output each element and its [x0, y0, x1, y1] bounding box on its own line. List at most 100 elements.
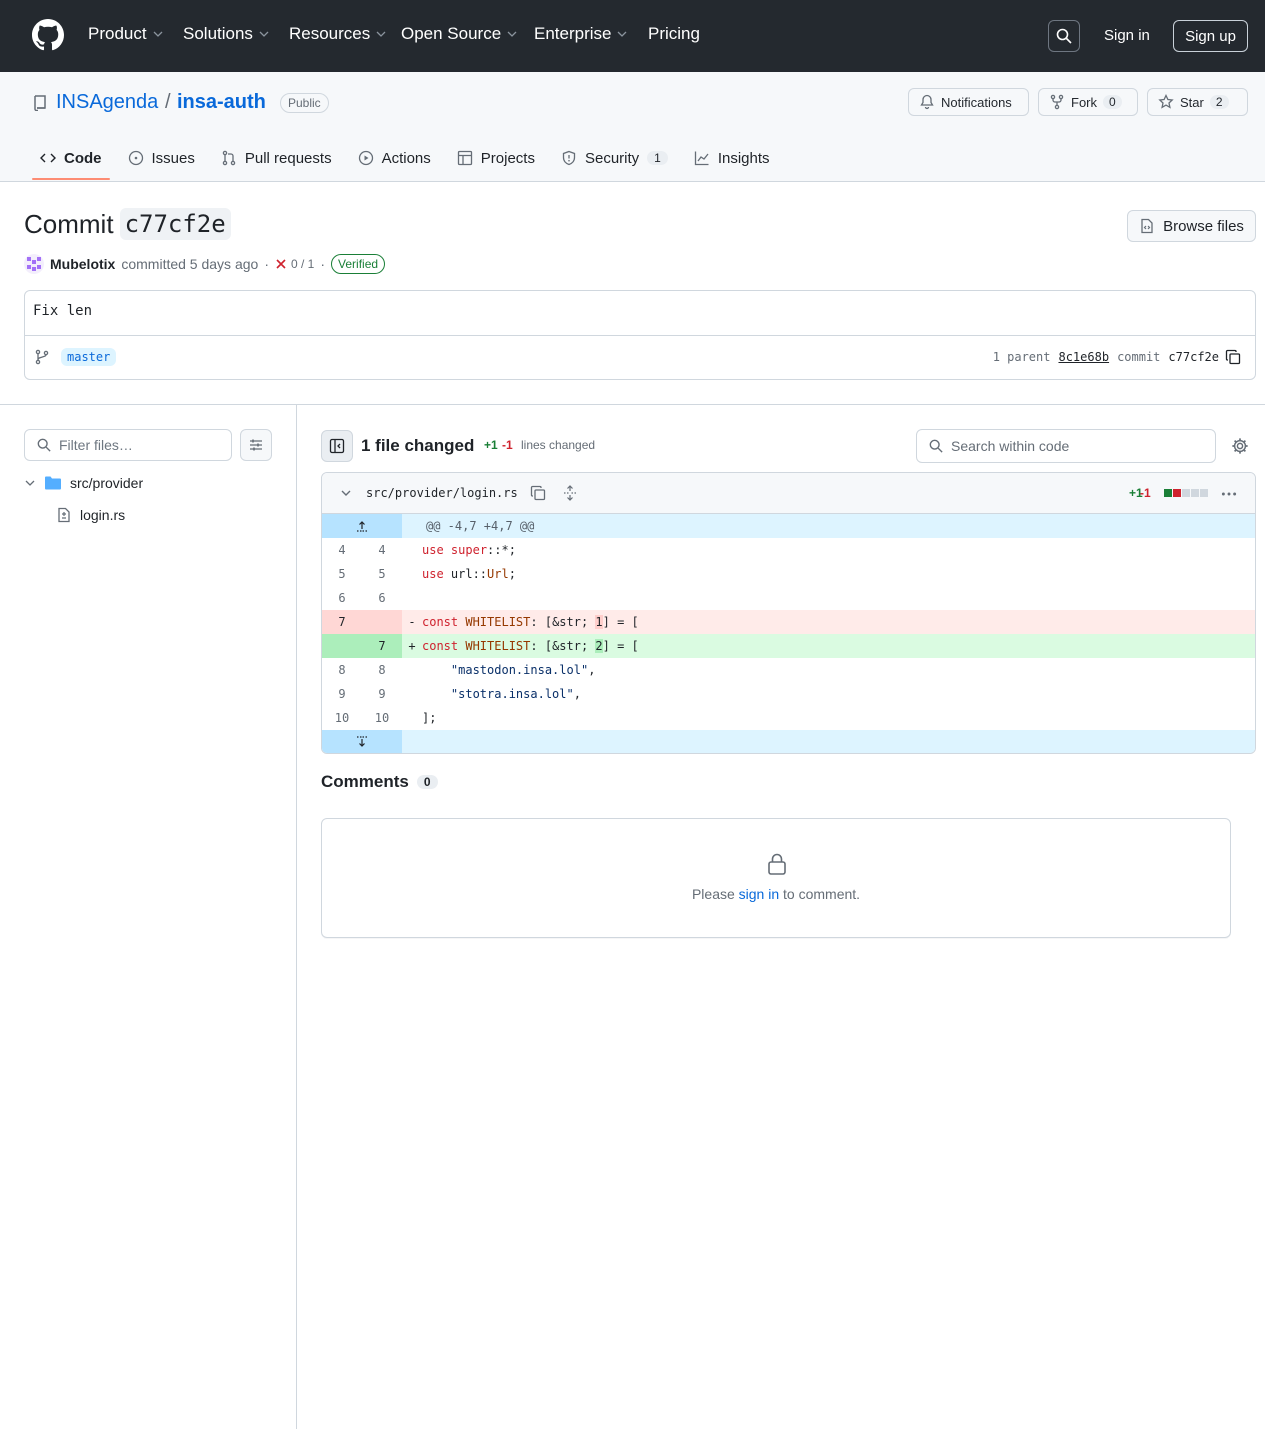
tab-issues[interactable]: Issues [120, 138, 203, 178]
file-diff: src/provider/login.rs +1 -1 @@ -4,7 +4,7… [321, 472, 1256, 754]
expand-down-button[interactable] [322, 730, 402, 753]
chevron-down-icon[interactable] [340, 487, 352, 499]
sidebar-divider [296, 404, 297, 1429]
old-line-number[interactable]: 8 [322, 658, 362, 682]
diffstat-neutral-block [1182, 489, 1190, 497]
search-within-code-input[interactable]: Search within code [916, 429, 1216, 463]
old-line-number[interactable]: 5 [322, 562, 362, 586]
file-name: login.rs [80, 507, 126, 523]
file-deletions: -1 [1140, 486, 1151, 500]
toggle-sidebar-button[interactable] [321, 430, 353, 462]
line-sign [402, 586, 422, 610]
avatar[interactable] [24, 254, 44, 274]
deleted-line: 7 - const WHITELIST: [&str; 1] = [ [322, 610, 1255, 634]
author-link[interactable]: Mubelotix [50, 256, 115, 272]
tab-code[interactable]: Code [32, 138, 110, 180]
line-code: "stotra.insa.lol", [450, 687, 581, 701]
directory-name: src/provider [70, 475, 144, 491]
repo-owner-link[interactable]: INSAgenda [56, 91, 158, 114]
diffstat-del-block [1173, 489, 1181, 497]
expand-up-button[interactable] [322, 514, 402, 538]
old-line-number[interactable]: 7 [322, 610, 362, 634]
fork-icon [1050, 94, 1064, 110]
kebab-horizontal-icon[interactable] [1220, 485, 1238, 503]
tab-issues-label: Issues [151, 149, 195, 167]
old-line-number[interactable]: 9 [322, 682, 362, 706]
tab-projects-label: Projects [480, 149, 535, 167]
tab-security[interactable]: Security 1 [553, 138, 676, 178]
graph-icon [694, 151, 709, 166]
fork-count: 0 [1103, 95, 1122, 109]
shield-icon [562, 150, 576, 166]
tab-code-label: Code [64, 149, 102, 167]
browse-files-button[interactable]: Browse files [1127, 210, 1256, 242]
new-line-number[interactable]: 4 [362, 538, 402, 562]
notifications-button[interactable]: Notifications [908, 88, 1029, 116]
copy-icon[interactable] [530, 485, 546, 501]
tab-projects[interactable]: Projects [449, 138, 543, 178]
new-line-number[interactable]: 10 [362, 706, 402, 730]
new-line-number[interactable] [362, 610, 402, 634]
verified-badge[interactable]: Verified [331, 254, 386, 274]
new-line-number[interactable]: 9 [362, 682, 402, 706]
nav-product[interactable]: Product [88, 24, 163, 44]
old-line-number[interactable]: 10 [322, 706, 362, 730]
tab-pull-requests-label: Pull requests [244, 149, 332, 167]
commit-time: committed 5 days ago [121, 256, 259, 272]
diff-line: 88 "mastodon.insa.lol", [322, 658, 1255, 682]
parent-info: 1 parent 8c1e68b commit c77cf2e [993, 350, 1219, 364]
checks-status[interactable]: 0 / 1 [275, 257, 314, 271]
file-path[interactable]: src/provider/login.rs [366, 486, 518, 500]
tab-actions[interactable]: Actions [350, 138, 439, 178]
please-text: Please [691, 886, 735, 902]
copy-icon[interactable] [1225, 349, 1241, 365]
repo-name-link[interactable]: insa-auth [177, 91, 266, 114]
sign-in-link[interactable]: Sign in [1104, 27, 1150, 44]
code-icon [40, 153, 56, 163]
nav-pricing[interactable]: Pricing [648, 24, 700, 44]
old-line-number[interactable] [322, 634, 362, 658]
gear-icon[interactable] [1231, 437, 1249, 455]
nav-enterprise[interactable]: Enterprise [534, 24, 627, 44]
new-line-number[interactable]: 6 [362, 586, 402, 610]
tab-pull-requests[interactable]: Pull requests [213, 138, 340, 178]
star-button[interactable]: Star 2 [1147, 88, 1248, 116]
nav-product-label: Product [88, 24, 147, 43]
file-tree-directory[interactable]: src/provider [24, 475, 143, 491]
old-line-number[interactable]: 6 [322, 586, 362, 610]
hunk-footer [402, 730, 1255, 753]
sign-in-to-comment-link[interactable]: sign in [739, 886, 779, 902]
comments-title: Comments [321, 772, 409, 791]
hunk-header: @@ -4,7 +4,7 @@ [426, 519, 535, 533]
new-line-number[interactable]: 8 [362, 658, 402, 682]
new-line-number[interactable]: 5 [362, 562, 402, 586]
search-within-code-placeholder: Search within code [951, 438, 1070, 454]
tab-insights[interactable]: Insights [686, 138, 778, 178]
table-icon [457, 150, 472, 166]
github-logo-icon[interactable] [32, 19, 64, 51]
nav-resources[interactable]: Resources [289, 24, 386, 44]
diffstat-neutral-block [1200, 489, 1208, 497]
fork-button[interactable]: Fork 0 [1038, 88, 1138, 116]
search-button[interactable] [1048, 20, 1080, 52]
play-icon [358, 150, 373, 166]
parent-sha-link[interactable]: 8c1e68b [1058, 350, 1109, 364]
nav-solutions[interactable]: Solutions [183, 24, 269, 44]
filter-options-button[interactable] [240, 429, 272, 461]
new-line-number[interactable]: 7 [362, 634, 402, 658]
signin-prompt: Please sign in to comment. [322, 886, 1230, 902]
unfold-icon[interactable] [562, 485, 578, 501]
file-tree-file[interactable]: login.rs [56, 507, 125, 523]
commit-title-prefix: Commit [24, 208, 114, 239]
repo-header: INSAgenda / insa-auth Public Notificatio… [0, 72, 1265, 182]
branch-label[interactable]: master [61, 348, 117, 366]
sign-up-button[interactable]: Sign up [1173, 20, 1248, 52]
parent-label: 1 parent [992, 350, 1051, 364]
visibility-badge: Public [280, 93, 329, 113]
old-line-number[interactable]: 4 [322, 538, 362, 562]
nav-open-source[interactable]: Open Source [401, 24, 517, 44]
diff-line: 66 [322, 586, 1255, 610]
filter-files-input[interactable]: Filter files… [24, 429, 232, 461]
x-icon [276, 259, 286, 269]
diff-line: 44 use super::*; [322, 538, 1255, 562]
